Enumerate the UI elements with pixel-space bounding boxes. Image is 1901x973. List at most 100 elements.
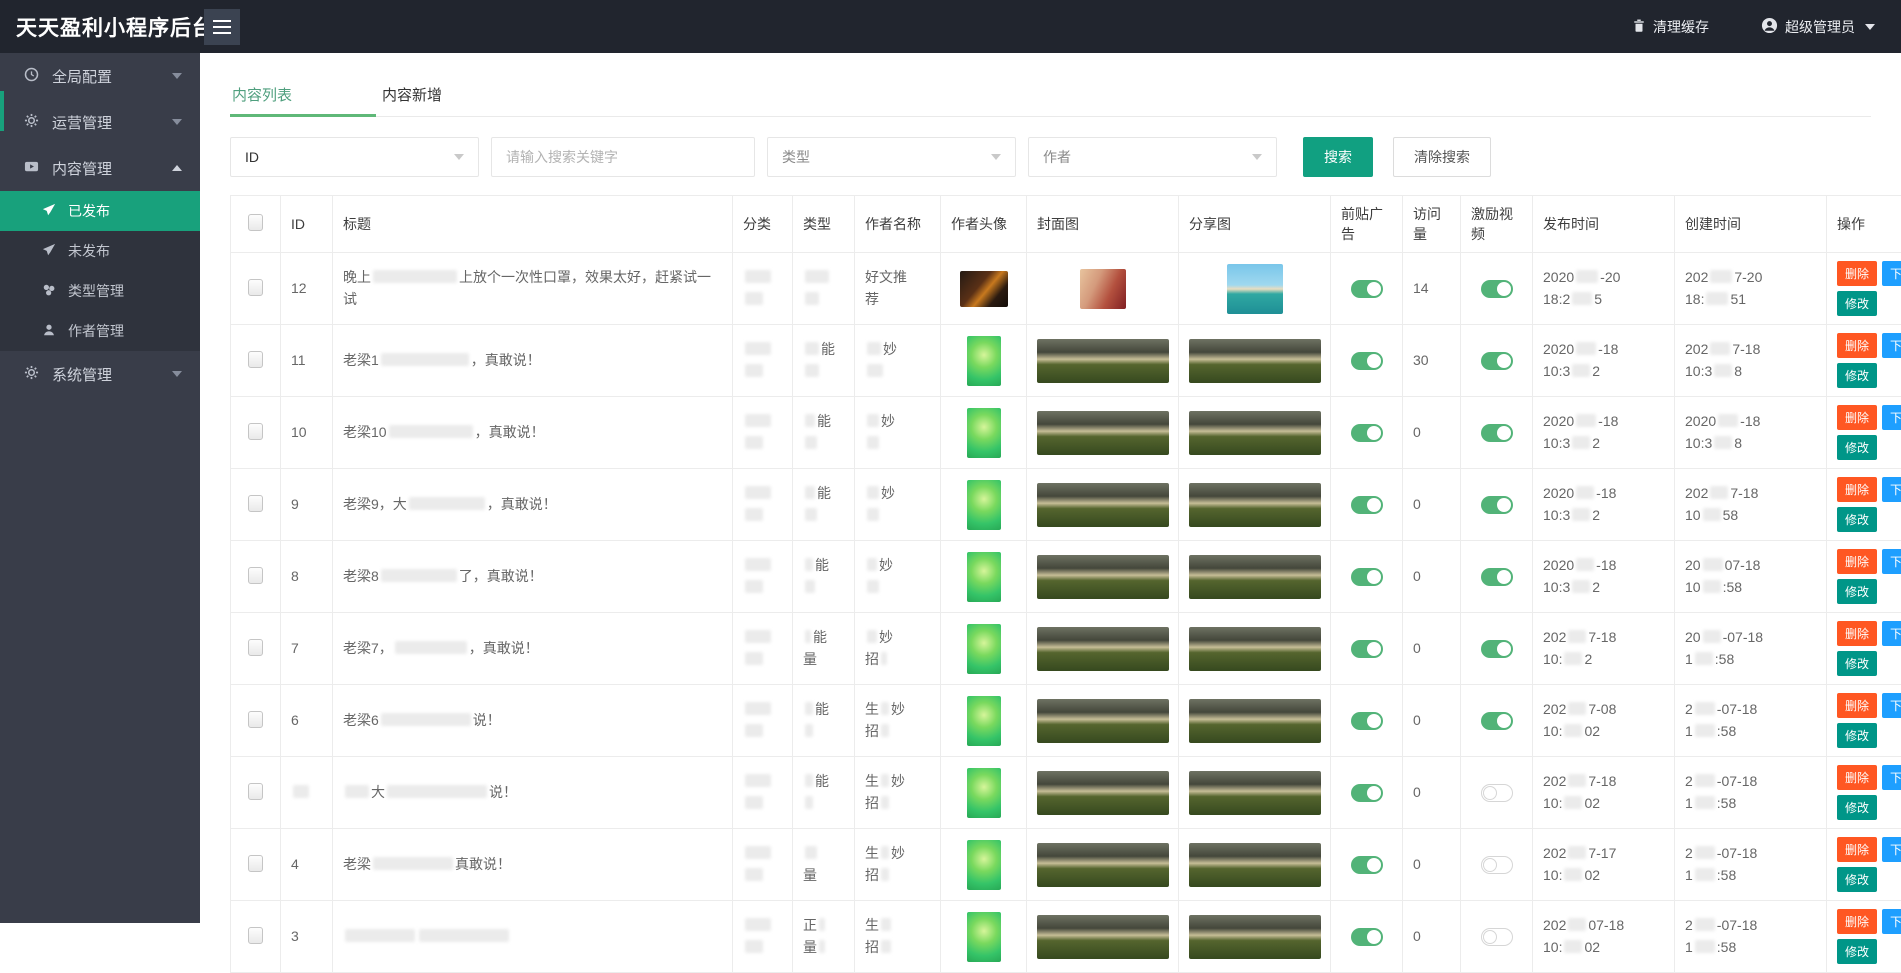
- offline-button[interactable]: 下架: [1882, 765, 1901, 790]
- row-checkbox[interactable]: [248, 711, 263, 728]
- table-row: 12晚上上放个一次性口罩，效果太好，赶紧试一试好文推荐142020-2018:2…: [231, 253, 1901, 325]
- redacted-blur: [745, 652, 763, 665]
- preroll-ad-toggle[interactable]: [1351, 640, 1383, 658]
- admin-menu[interactable]: 超级管理员: [1761, 17, 1875, 37]
- edit-button[interactable]: 修改: [1837, 939, 1877, 964]
- offline-button[interactable]: 下架: [1882, 621, 1901, 646]
- author-select[interactable]: 作者: [1028, 137, 1277, 177]
- text-fragment: ，真敢说！: [475, 424, 545, 440]
- offline-button[interactable]: 下架: [1882, 837, 1901, 862]
- sidebar-item-unpublished[interactable]: 未发布: [0, 231, 200, 271]
- sidebar-item-global-config[interactable]: 全局配置: [0, 53, 200, 99]
- edit-button[interactable]: 修改: [1837, 435, 1877, 460]
- search-button[interactable]: 搜索: [1303, 137, 1373, 177]
- reward-video-toggle[interactable]: [1481, 352, 1513, 370]
- tab-content-list[interactable]: 内容列表: [230, 73, 376, 116]
- reward-video-toggle[interactable]: [1481, 280, 1513, 298]
- edit-button[interactable]: 修改: [1837, 723, 1877, 748]
- preroll-ad-toggle[interactable]: [1351, 496, 1383, 514]
- preroll-ad-toggle[interactable]: [1351, 352, 1383, 370]
- delete-button[interactable]: 删除: [1837, 261, 1877, 286]
- edit-button[interactable]: 修改: [1837, 507, 1877, 532]
- delete-button[interactable]: 删除: [1837, 693, 1877, 718]
- offline-button[interactable]: 下架: [1882, 549, 1901, 574]
- delete-button[interactable]: 删除: [1837, 621, 1877, 646]
- offline-button[interactable]: 下架: [1882, 477, 1901, 502]
- text-fragment: 8: [291, 568, 299, 584]
- redacted-blur: [345, 785, 369, 798]
- text-fragment: 202: [1685, 341, 1708, 357]
- row-checkbox[interactable]: [248, 567, 263, 584]
- offline-button[interactable]: 下架: [1882, 909, 1901, 934]
- sidebar-item-content[interactable]: 内容管理: [0, 145, 200, 191]
- row-checkbox[interactable]: [248, 783, 263, 800]
- row-operations-cell: 删除下架修改: [1827, 253, 1901, 325]
- id-select[interactable]: ID: [230, 137, 479, 177]
- reward-video-toggle[interactable]: [1481, 928, 1513, 946]
- reward-video-toggle[interactable]: [1481, 784, 1513, 802]
- preroll-ad-toggle[interactable]: [1351, 568, 1383, 586]
- edit-button[interactable]: 修改: [1837, 363, 1877, 388]
- clear-search-button[interactable]: 清除搜索: [1393, 137, 1491, 177]
- delete-button[interactable]: 删除: [1837, 333, 1877, 358]
- reward-video-toggle[interactable]: [1481, 640, 1513, 658]
- text-fragment: 2: [1592, 363, 1600, 379]
- table-row: 9老梁9，大，真敢说！能妙02020-1810:322027-181058删除下…: [231, 469, 1901, 541]
- row-checkbox[interactable]: [248, 927, 263, 944]
- redacted-blur: [745, 724, 763, 737]
- sidebar-item-system[interactable]: 系统管理: [0, 351, 200, 397]
- sidebar-item-type-management[interactable]: 类型管理: [0, 271, 200, 311]
- menu-toggle-button[interactable]: [204, 9, 240, 45]
- delete-button[interactable]: 删除: [1837, 837, 1877, 862]
- row-checkbox[interactable]: [248, 639, 263, 656]
- edit-button[interactable]: 修改: [1837, 867, 1877, 892]
- reward-video-toggle[interactable]: [1481, 856, 1513, 874]
- offline-button[interactable]: 下架: [1882, 261, 1901, 286]
- edit-button[interactable]: 修改: [1837, 651, 1877, 676]
- row-operations-cell: 删除下架修改: [1827, 829, 1901, 901]
- sidebar-item-author-management[interactable]: 作者管理: [0, 311, 200, 351]
- row-checkbox[interactable]: [248, 495, 263, 512]
- type-select[interactable]: 类型: [767, 137, 1016, 177]
- row-actions: 删除下架修改: [1837, 549, 1901, 604]
- clear-cache-button[interactable]: 清理缓存: [1632, 17, 1709, 37]
- delete-button[interactable]: 删除: [1837, 549, 1877, 574]
- row-checkbox[interactable]: [248, 351, 263, 368]
- preroll-ad-toggle[interactable]: [1351, 424, 1383, 442]
- preroll-ad-toggle[interactable]: [1351, 928, 1383, 946]
- preroll-ad-toggle[interactable]: [1351, 784, 1383, 802]
- preroll-ad-toggle[interactable]: [1351, 280, 1383, 298]
- cover-image: [1037, 411, 1169, 455]
- offline-button[interactable]: 下架: [1882, 405, 1901, 430]
- delete-button[interactable]: 删除: [1837, 909, 1877, 934]
- redacted-blur: [293, 785, 309, 798]
- row-actions: 删除下架修改: [1837, 621, 1901, 676]
- edit-button[interactable]: 修改: [1837, 291, 1877, 316]
- keyword-input[interactable]: [491, 137, 755, 177]
- text-fragment: 老梁: [343, 856, 371, 872]
- delete-button[interactable]: 删除: [1837, 405, 1877, 430]
- reward-video-toggle[interactable]: [1481, 496, 1513, 514]
- offline-button[interactable]: 下架: [1882, 693, 1901, 718]
- offline-button[interactable]: 下架: [1882, 333, 1901, 358]
- row-checkbox[interactable]: [248, 279, 263, 296]
- row-checkbox[interactable]: [248, 423, 263, 440]
- reward-video-toggle[interactable]: [1481, 568, 1513, 586]
- sidebar-item-published[interactable]: 已发布: [0, 191, 200, 231]
- delete-button[interactable]: 删除: [1837, 765, 1877, 790]
- row-checkbox[interactable]: [248, 855, 263, 872]
- row-title-cell: 老梁6说！: [333, 685, 733, 757]
- tab-content-add[interactable]: 内容新增: [380, 73, 526, 116]
- reward-video-toggle[interactable]: [1481, 712, 1513, 730]
- preroll-ad-toggle[interactable]: [1351, 712, 1383, 730]
- sidebar-item-operations[interactable]: 运营管理: [0, 99, 200, 145]
- edit-button[interactable]: 修改: [1837, 795, 1877, 820]
- text-fragment: 7-18: [1588, 773, 1616, 789]
- edit-button[interactable]: 修改: [1837, 579, 1877, 604]
- preroll-ad-toggle[interactable]: [1351, 856, 1383, 874]
- redacted-blur: [867, 436, 879, 449]
- row-id-cell: 9: [281, 469, 333, 541]
- delete-button[interactable]: 删除: [1837, 477, 1877, 502]
- reward-video-toggle[interactable]: [1481, 424, 1513, 442]
- select-all-checkbox[interactable]: [248, 214, 263, 231]
